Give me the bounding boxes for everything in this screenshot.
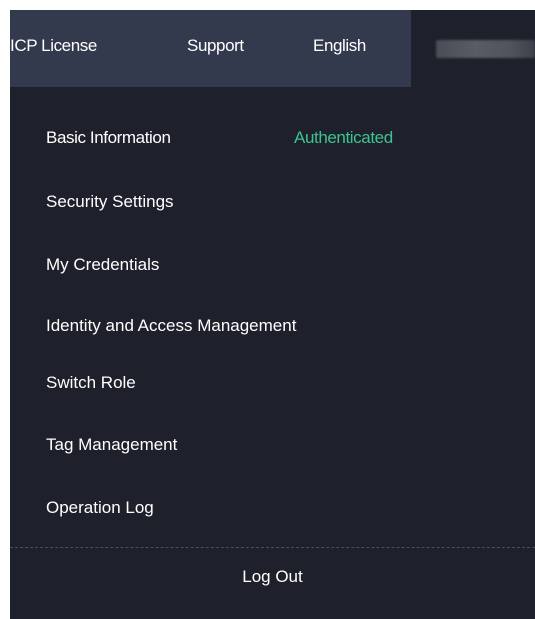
language-selector[interactable]: English <box>313 10 366 87</box>
log-out-button[interactable]: Log Out <box>10 548 535 619</box>
top-navigation-bar: ICP License Support English <box>10 10 535 87</box>
menu-item-my-credentials[interactable]: My Credentials <box>46 245 159 285</box>
authentication-status-badge: Authenticated <box>294 128 393 147</box>
menu-item-operation-log[interactable]: Operation Log <box>46 488 154 528</box>
top-nav-links: ICP License Support English <box>10 10 411 87</box>
support-link[interactable]: Support <box>187 10 244 87</box>
menu-item-switch-role[interactable]: Switch Role <box>46 363 136 403</box>
menu-item-identity-and-access-management[interactable]: Identity and Access Management <box>46 306 296 346</box>
account-name-blurred[interactable] <box>436 40 535 58</box>
icp-license-link[interactable]: ICP License <box>10 10 97 87</box>
menu-item-tag-management[interactable]: Tag Management <box>46 425 177 465</box>
menu-item-basic-information[interactable]: Basic Information <box>46 118 171 158</box>
account-dropdown-screen: ICP License Support English Basic Inform… <box>0 0 535 619</box>
menu-item-security-settings[interactable]: Security Settings <box>46 182 174 222</box>
account-dropdown-menu: Basic Information Authenticated Security… <box>10 87 535 619</box>
